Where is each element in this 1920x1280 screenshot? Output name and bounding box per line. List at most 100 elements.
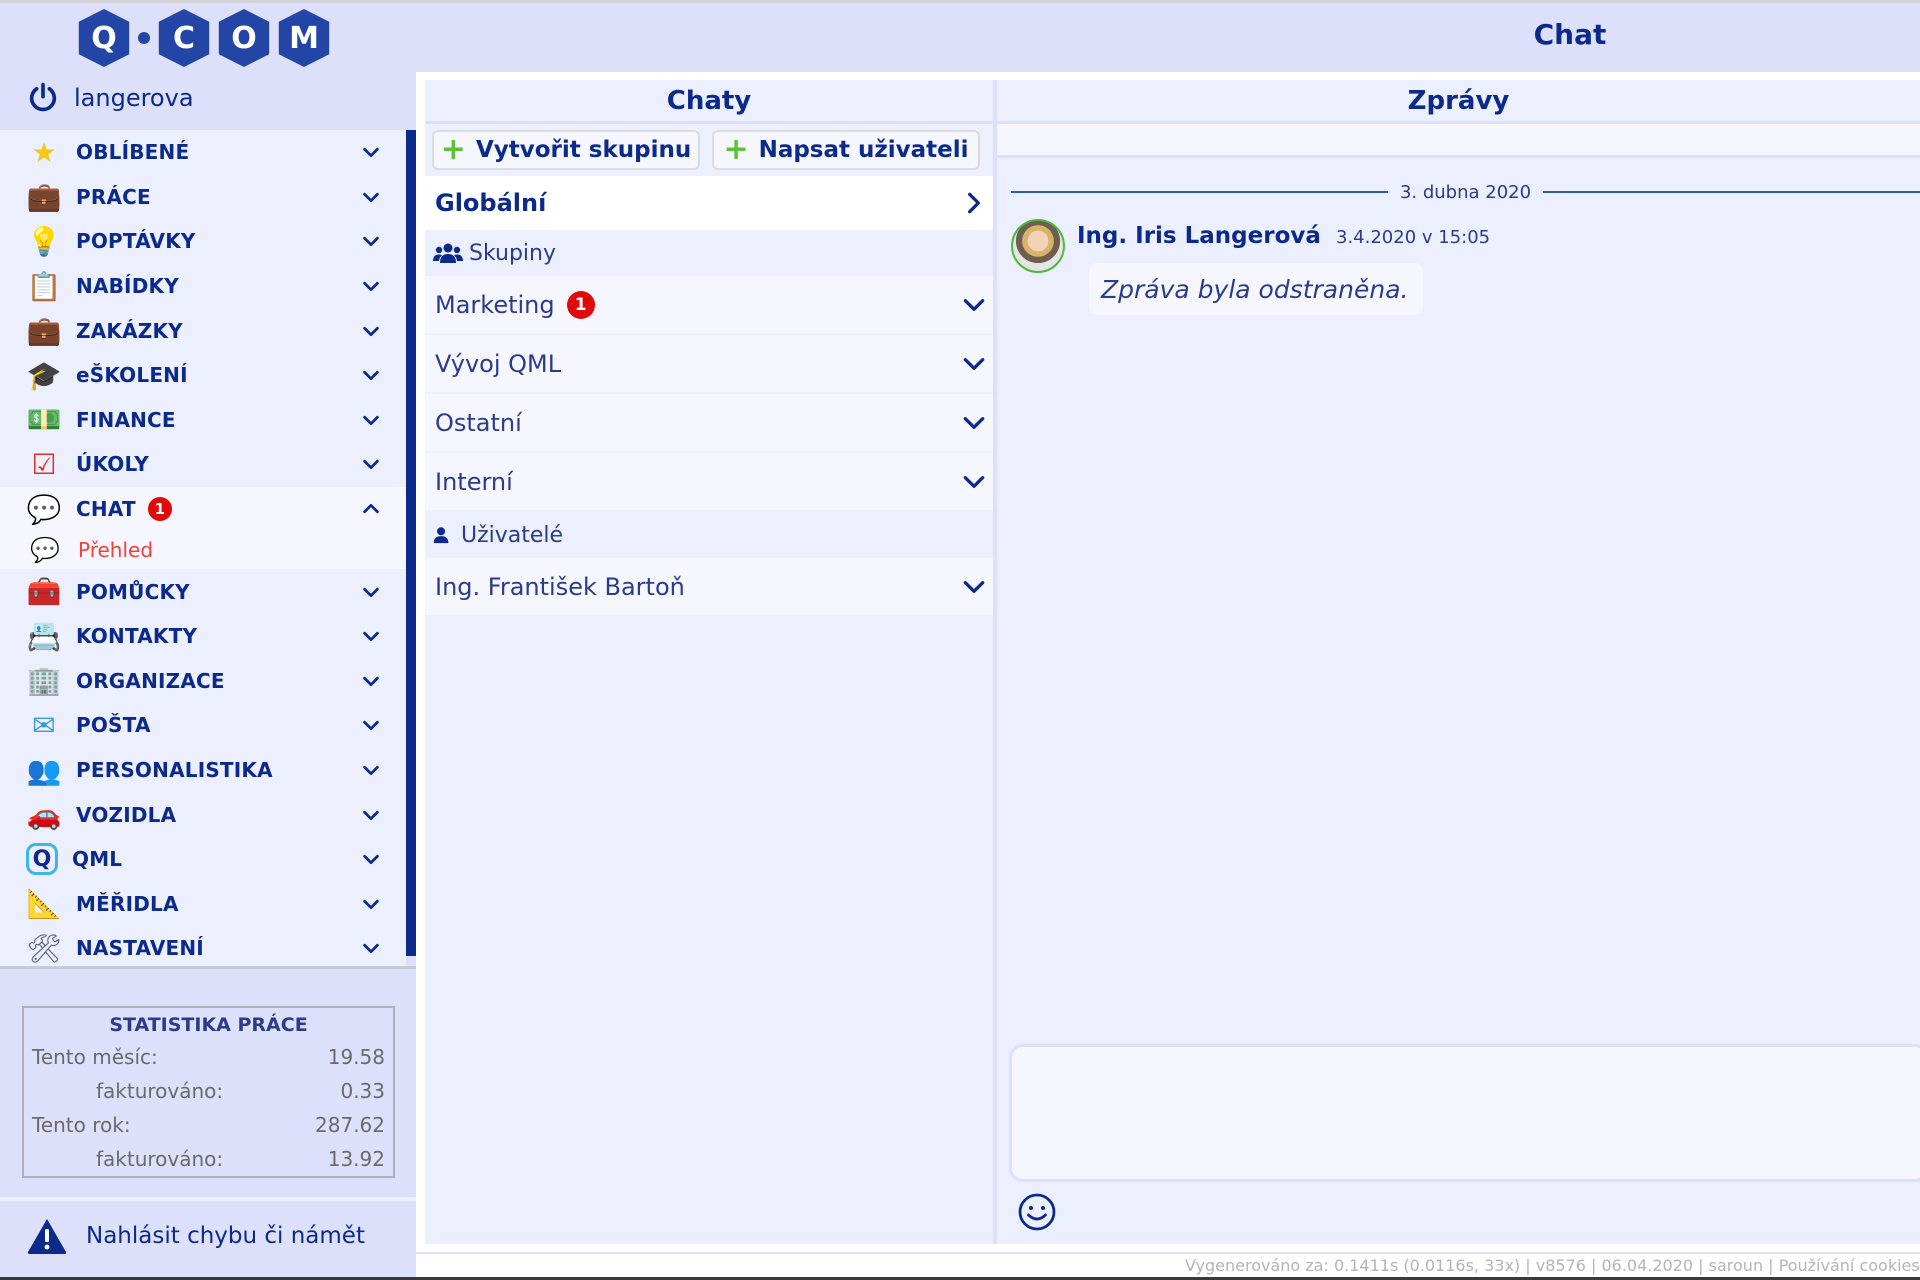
chat-bubbles-icon: 💬 [26,492,62,526]
stats-label: fakturováno: [96,1079,224,1103]
sidebar-item-label: POPTÁVKY [76,229,196,254]
chevron-down-icon[interactable] [360,625,382,647]
qcom-logo[interactable]: Q C O M [76,9,332,67]
sidebar-item[interactable]: ✉ POŠTA [0,703,406,748]
chevron-down-icon[interactable] [360,581,382,603]
messages-column: Zprávy 3. dubna 2020 Ing. Iris Langerová… [997,80,1920,1244]
sidebar-subitem-label: Přehled [78,538,154,563]
chat-item-global[interactable]: Globální [425,176,993,230]
chevron-down-icon[interactable] [360,364,382,386]
main-panel: Chaty + Vytvořit skupinu + Napsat uživat… [416,72,1920,1252]
sidebar-menu: ★ OBLÍBENÉ 💼 PRÁCE 💡 POPTÁVKY 📋 NABÍDKY 💼 ZAKÁZKY… [0,130,406,966]
chat-group-item[interactable]: Vývoj QML [425,335,993,392]
plus-icon: + [723,132,749,167]
sidebar-item[interactable]: ☑ ÚKOLY [0,442,406,487]
sidebar-item-label: VOZIDLA [76,802,177,827]
sidebar-item[interactable]: 📐 MĚŘIDLA [0,882,406,927]
envelope-icon: ✉ [32,708,56,742]
chat-item-label: Marketing [435,290,555,319]
unread-badge: 1 [566,290,595,319]
sidebar: Q C O M langerova ★ OBLÍBENÉ 💼 PRÁCE 💡 POPTÁV… [0,3,416,1277]
messages-header: Zprávy [997,80,1920,124]
sidebar-item[interactable]: 💼 ZAKÁZKY [0,308,406,353]
chevron-down-icon[interactable] [961,574,987,600]
chevron-down-icon[interactable] [360,275,382,297]
contact-card-icon: 📇 [26,619,62,653]
chevron-down-icon[interactable] [360,409,382,431]
date-separator: 3. dubna 2020 [1011,182,1920,203]
sidebar-item[interactable]: 💼 PRÁCE [0,175,406,220]
report-bug-link[interactable]: Nahlásit chybu či námět [26,1217,365,1255]
chevron-down-icon[interactable] [360,893,382,915]
write-user-button[interactable]: + Napsat uživateli [712,130,980,170]
ruler-triangle-icon: 📐 [26,887,62,921]
sidebar-item[interactable]: 📋 NABÍDKY [0,264,406,309]
chevron-down-icon[interactable] [360,320,382,342]
users-section-header: Uživatelé [425,512,993,558]
chat-group-item[interactable]: Marketing 1 [425,276,993,333]
chevron-down-icon[interactable] [961,292,987,318]
chat-item-label: Ing. František Bartoň [435,572,685,601]
chevron-down-icon[interactable] [360,848,382,870]
chevron-down-icon[interactable] [360,141,382,163]
chat-group-item[interactable]: Interní [425,453,993,510]
chevron-down-icon[interactable] [961,351,987,377]
message-author[interactable]: Ing. Iris Langerová [1077,223,1321,249]
sidebar-item-label: KONTAKTY [76,624,198,649]
sidebar-item[interactable]: 🏢 ORGANIZACE [0,659,406,704]
logo-letter: M [278,9,330,67]
sidebar-subitem[interactable]: 💬 Přehled [0,531,406,570]
sidebar-item-label: eŠKOLENÍ [76,363,188,388]
sidebar-item[interactable]: 🎓 eŠKOLENÍ [0,353,406,398]
write-user-label: Napsat uživateli [758,137,969,163]
emoji-smiley-icon[interactable] [1017,1192,1057,1232]
sidebar-item-label: QML [72,847,123,872]
sidebar-item[interactable]: ★ OBLÍBENÉ [0,130,406,175]
sidebar-item[interactable]: 💵 FINANCE [0,398,406,443]
stats-row: Tento měsíc: 19.58 [32,1040,385,1074]
chevron-down-icon[interactable] [360,670,382,692]
sidebar-item[interactable]: Q QML [0,837,406,882]
sidebar-item[interactable]: 🚗 VOZIDLA [0,792,406,837]
chats-column: Chaty + Vytvořit skupinu + Napsat uživat… [425,80,993,1244]
sidebar-item-label: CHAT [76,497,136,522]
message-input[interactable] [1009,1044,1920,1182]
chat-item-label: Ostatní [435,408,522,437]
buildings-icon: 🏢 [26,664,62,698]
groups-section-header: Skupiny [425,230,993,276]
sidebar-item[interactable]: 💬 CHAT 1 [0,486,406,532]
chevron-down-icon[interactable] [360,759,382,781]
chevron-down-icon[interactable] [961,410,987,436]
sidebar-item-label: PRÁCE [76,184,151,209]
avatar[interactable] [1011,219,1065,273]
user-row: langerova [26,75,194,121]
user-icon [433,527,449,544]
sidebar-item[interactable]: 📇 KONTAKTY [0,614,406,659]
sidebar-item[interactable]: 💡 POPTÁVKY [0,219,406,264]
chevron-up-icon[interactable] [360,498,382,520]
chevron-right-icon [968,192,980,214]
sidebar-item-label: ÚKOLY [76,452,149,477]
sidebar-scrollbar[interactable] [406,130,416,956]
sidebar-item[interactable]: 🛠 NASTAVENÍ [0,926,406,966]
stats-label: Tento měsíc: [32,1045,158,1069]
chevron-down-icon[interactable] [961,469,987,495]
sidebar-item[interactable]: 👥 PERSONALISTIKA [0,748,406,793]
chat-item-label: Interní [435,467,513,496]
case-icon: 💼 [26,314,62,348]
chevron-down-icon[interactable] [360,937,382,959]
create-group-button[interactable]: + Vytvořit skupinu [432,130,700,170]
power-logout-icon[interactable] [26,81,60,115]
chats-header: Chaty [425,80,993,124]
chat-user-item[interactable]: Ing. František Bartoň [425,558,993,615]
sidebar-item-label: PERSONALISTIKA [76,758,273,783]
chevron-down-icon[interactable] [360,453,382,475]
logo-dot [138,32,150,44]
chat-group-item[interactable]: Ostatní [425,394,993,451]
sidebar-item[interactable]: 🧰 POMŮCKY [0,569,406,614]
chevron-down-icon[interactable] [360,186,382,208]
chevron-down-icon[interactable] [360,714,382,736]
chevron-down-icon[interactable] [360,804,382,826]
chevron-down-icon[interactable] [360,230,382,252]
message-header: Ing. Iris Langerová 3.4.2020 v 15:05 [1077,223,1490,249]
